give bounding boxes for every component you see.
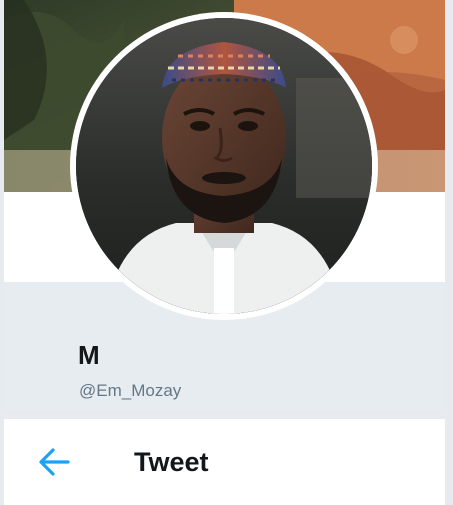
profile-avatar[interactable] bbox=[70, 12, 378, 320]
back-button[interactable] bbox=[34, 445, 74, 479]
arrow-left-icon bbox=[39, 448, 70, 476]
avatar-photo bbox=[76, 18, 372, 314]
tweet-header-bar: Tweet bbox=[4, 419, 445, 505]
profile-handle[interactable]: @Em_Mozay bbox=[79, 380, 181, 402]
profile-display-name: M bbox=[78, 340, 100, 370]
page-title: Tweet bbox=[134, 447, 209, 477]
